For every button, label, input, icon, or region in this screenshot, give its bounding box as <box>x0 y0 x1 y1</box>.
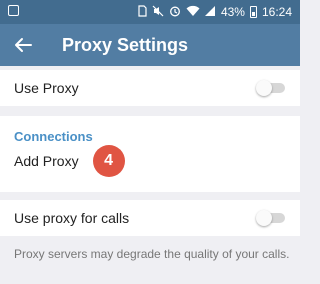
connections-header: Connections <box>14 129 93 144</box>
mute-icon <box>152 5 164 20</box>
use-proxy-row[interactable]: Use Proxy <box>0 70 300 106</box>
wifi-icon <box>186 5 200 20</box>
notification-icon <box>8 5 19 16</box>
battery-icon <box>249 6 257 18</box>
clock: 16:24 <box>261 5 292 19</box>
use-proxy-calls-section: Use proxy for calls <box>0 200 300 236</box>
app-bar: Proxy Settings <box>0 24 300 66</box>
use-proxy-toggle[interactable] <box>256 80 286 96</box>
status-bar: 43% 16:24 <box>0 0 300 24</box>
arrow-back-icon[interactable] <box>10 32 36 58</box>
toggle-knob <box>256 80 272 96</box>
use-proxy-calls-row[interactable]: Use proxy for calls <box>0 200 300 236</box>
signal-icon <box>204 5 216 20</box>
alarm-icon <box>169 5 181 20</box>
sim-icon <box>138 4 147 20</box>
proxy-calls-hint: Proxy servers may degrade the quality of… <box>14 247 290 261</box>
toggle-knob <box>256 210 272 226</box>
use-proxy-label: Use Proxy <box>14 80 79 96</box>
add-proxy-row[interactable]: Add Proxy 4 <box>0 144 300 178</box>
step-badge: 4 <box>92 145 125 177</box>
battery-percent: 43% <box>220 5 245 19</box>
add-proxy-label: Add Proxy <box>14 153 79 169</box>
use-proxy-calls-label: Use proxy for calls <box>14 210 130 226</box>
connections-section: Connections Add Proxy 4 <box>0 116 300 192</box>
page-title: Proxy Settings <box>62 34 189 55</box>
use-proxy-section: Use Proxy <box>0 70 300 106</box>
use-proxy-calls-toggle[interactable] <box>256 210 286 226</box>
